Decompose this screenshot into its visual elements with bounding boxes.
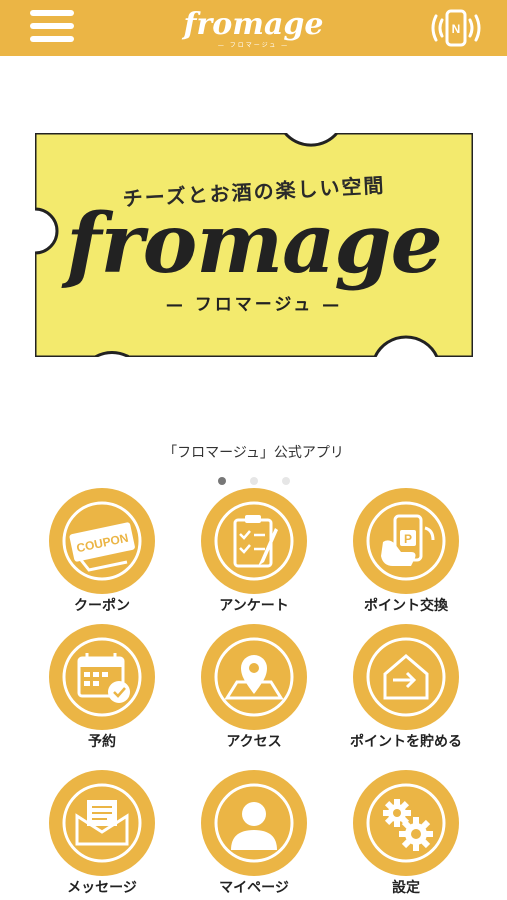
menu-mypage[interactable]: マイページ bbox=[179, 770, 329, 896]
survey-clipboard-icon bbox=[201, 488, 307, 594]
svg-text:N: N bbox=[452, 22, 461, 36]
pager-dot[interactable] bbox=[281, 477, 290, 485]
menu-label: クーポン bbox=[74, 598, 130, 614]
banner-subtitle: — フロマージュ — bbox=[165, 295, 343, 315]
menu-label: マイページ bbox=[219, 880, 289, 896]
menu-label: 予約 bbox=[88, 734, 116, 750]
menu-label: ポイントを貯める bbox=[350, 734, 462, 750]
banner-title: fromage bbox=[66, 196, 443, 292]
menu-settings[interactable]: 設定 bbox=[331, 770, 481, 896]
menu-point-exchange[interactable]: P ポイント交換 bbox=[331, 488, 481, 614]
pager-dot[interactable] bbox=[249, 477, 258, 485]
menu-label: アンケート bbox=[219, 598, 289, 614]
point-checkin-icon bbox=[353, 624, 459, 730]
menu-label: メッセージ bbox=[67, 880, 137, 896]
menu-access[interactable]: アクセス bbox=[179, 624, 329, 750]
pager-dots bbox=[0, 470, 507, 489]
menu-point-checkin[interactable]: ポイントを貯める bbox=[331, 624, 481, 750]
app-caption: 「フロマージュ」公式アプリ bbox=[163, 445, 344, 461]
svg-text:P: P bbox=[404, 532, 412, 546]
menu-label: 設定 bbox=[392, 880, 420, 896]
point-exchange-icon: P bbox=[353, 488, 459, 594]
menu-reservation[interactable]: 予約 bbox=[27, 624, 177, 750]
message-envelope-icon bbox=[49, 770, 155, 876]
gears-settings-icon bbox=[353, 770, 459, 876]
user-profile-icon bbox=[201, 770, 307, 876]
calendar-reservation-icon bbox=[49, 624, 155, 730]
menu-message[interactable]: メッセージ bbox=[27, 770, 177, 896]
menu-coupon[interactable]: COUPON クーポン bbox=[27, 488, 177, 614]
nfc-phone-icon[interactable]: N bbox=[428, 8, 484, 48]
menu-survey[interactable]: アンケート bbox=[179, 488, 329, 614]
top-bar: fromage — フロマージュ — N bbox=[0, 0, 507, 56]
menu-label: ポイント交換 bbox=[364, 598, 448, 614]
pager-dot[interactable] bbox=[217, 477, 226, 485]
map-pin-icon bbox=[201, 624, 307, 730]
coupon-icon: COUPON bbox=[49, 488, 155, 594]
menu-label: アクセス bbox=[226, 734, 282, 750]
